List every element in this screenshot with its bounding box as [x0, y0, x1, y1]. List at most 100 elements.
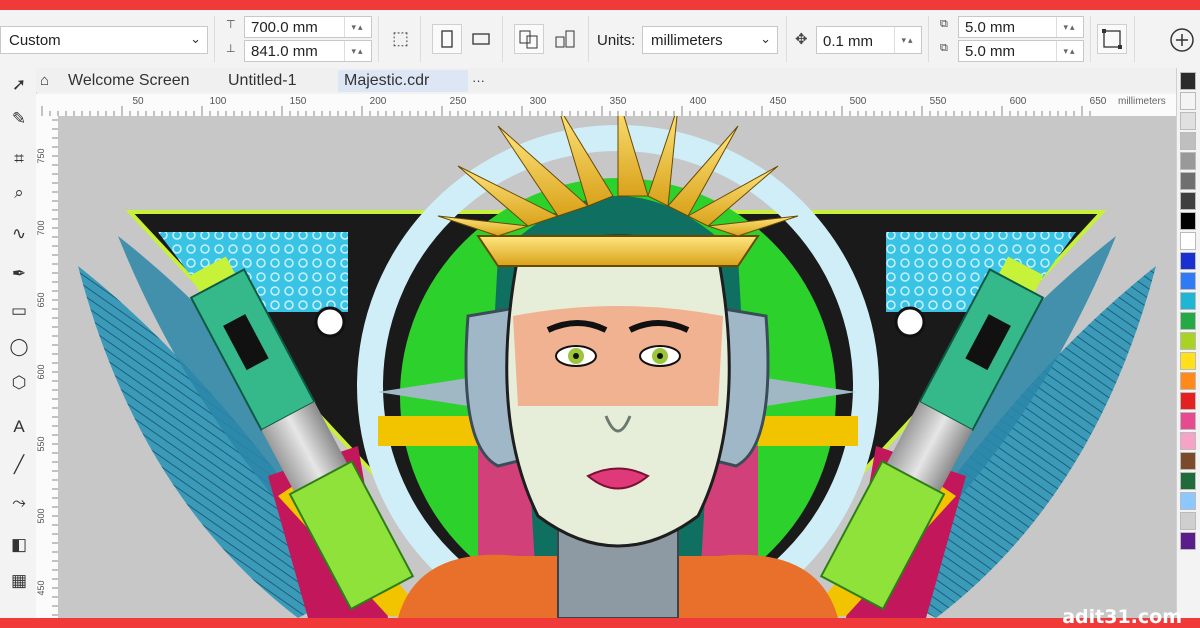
tab-overflow-menu[interactable]: ···: [466, 70, 491, 92]
units-value: millimeters: [651, 32, 723, 49]
palette-swatch[interactable]: [1180, 272, 1196, 290]
palette-swatch[interactable]: [1180, 152, 1196, 170]
shape-tool-icon[interactable]: ✎: [8, 108, 30, 130]
palette-swatch[interactable]: [1180, 492, 1196, 510]
ruler-tick-label: 550: [36, 436, 46, 451]
duplicate-y-field[interactable]: 5.0 mm ▾▴: [958, 40, 1084, 62]
ruler-tick-label: 300: [530, 96, 547, 107]
palette-swatch[interactable]: [1180, 252, 1196, 270]
ruler-tick-label: 600: [1010, 96, 1027, 107]
spin-buttons[interactable]: ▾▴: [1056, 17, 1083, 37]
palette-swatch[interactable]: [1180, 132, 1196, 150]
palette-swatch[interactable]: [1180, 92, 1196, 110]
transparency-tool-icon[interactable]: ▦: [8, 570, 30, 592]
freehand-tool-icon[interactable]: ∿: [8, 223, 30, 245]
page-resize-icon[interactable]: ⬚: [392, 28, 409, 49]
width-icon: ⊤: [226, 19, 236, 31]
ruler-tick-label: 400: [690, 96, 707, 107]
ruler-tick-label: 650: [1090, 96, 1107, 107]
duplicate-x-value: 5.0 mm: [965, 19, 1016, 36]
connector-tool-icon[interactable]: ⤳: [8, 492, 30, 514]
palette-swatch[interactable]: [1180, 412, 1196, 430]
palette-swatch[interactable]: [1180, 372, 1196, 390]
line-tool-icon[interactable]: ╱: [8, 454, 30, 476]
duplicate-y-value: 5.0 mm: [965, 43, 1016, 60]
palette-swatch[interactable]: [1180, 332, 1196, 350]
ruler-ticks: 750 700 650 600 550 500 450: [36, 119, 58, 616]
separator: [1134, 16, 1135, 62]
majestic-artwork: [78, 116, 1156, 618]
units-dropdown[interactable]: millimeters ⌄: [642, 26, 778, 54]
palette-swatch[interactable]: [1180, 392, 1196, 410]
pick-tool-icon[interactable]: ➚: [8, 74, 30, 96]
drawing-canvas[interactable]: [58, 116, 1176, 618]
vertical-ruler[interactable]: 750 700 650 600 550 500 450: [36, 116, 59, 618]
ruler-tick-label: 50: [132, 96, 144, 107]
palette-swatch[interactable]: [1180, 432, 1196, 450]
palette-swatch[interactable]: [1180, 532, 1196, 550]
palette-swatch[interactable]: [1180, 312, 1196, 330]
horizontal-ruler[interactable]: 50 100 150 200 250 300 350 400 450 500 550 600 650 m…: [36, 94, 1176, 117]
palette-swatch[interactable]: [1180, 192, 1196, 210]
artistic-media-icon[interactable]: ✒: [8, 263, 30, 285]
zoom-tool-icon[interactable]: ⌕: [8, 182, 30, 204]
spin-buttons[interactable]: ▾▴: [1056, 41, 1083, 61]
polygon-tool-icon[interactable]: ⬡: [8, 372, 30, 394]
text-tool-icon[interactable]: A: [8, 416, 30, 438]
duplicate-y-icon: ⧉: [940, 42, 948, 54]
palette-swatch[interactable]: [1180, 512, 1196, 530]
drop-shadow-tool-icon[interactable]: ◧: [8, 534, 30, 556]
tab-majestic[interactable]: Majestic.cdr: [338, 70, 468, 92]
separator: [420, 16, 421, 62]
ruler-tick-label: 100: [210, 96, 227, 107]
page-size-value: Custom: [9, 32, 61, 49]
spin-buttons[interactable]: ▾▴: [344, 17, 371, 37]
separator: [1090, 16, 1091, 62]
page-width-value: 700.0 mm: [251, 19, 318, 36]
current-page-button[interactable]: [550, 24, 580, 54]
portrait-button[interactable]: [432, 24, 462, 54]
palette-swatch[interactable]: [1180, 72, 1196, 90]
page-size-dropdown[interactable]: Custom ⌄: [0, 26, 208, 54]
landscape-button[interactable]: [466, 24, 496, 54]
nudge-icon: ✥: [795, 31, 808, 48]
palette-swatch[interactable]: [1180, 172, 1196, 190]
home-icon[interactable]: ⌂: [40, 72, 49, 89]
tab-welcome-screen[interactable]: Welcome Screen: [62, 70, 196, 92]
ruler-tick-label: 450: [770, 96, 787, 107]
palette-swatch[interactable]: [1180, 452, 1196, 470]
palette-swatch[interactable]: [1180, 232, 1196, 250]
landscape-icon: [472, 33, 490, 45]
ruler-tick-label: 650: [36, 292, 46, 307]
nudge-distance-field[interactable]: 0.1 mm ▾▴: [816, 26, 922, 54]
height-icon: ⊥: [226, 43, 236, 55]
current-page-icon: [555, 30, 575, 48]
left-emblem: [314, 306, 346, 338]
crop-tool-icon[interactable]: ⌗: [8, 148, 30, 170]
ruler-tick-label: 450: [36, 580, 46, 595]
separator: [928, 16, 929, 62]
page-height-field[interactable]: 841.0 mm ▾▴: [244, 40, 372, 62]
palette-swatch[interactable]: [1180, 352, 1196, 370]
spin-buttons[interactable]: ▾▴: [344, 41, 371, 61]
tab-untitled-1[interactable]: Untitled-1: [222, 70, 302, 92]
duplicate-x-field[interactable]: 5.0 mm ▾▴: [958, 16, 1084, 38]
rectangle-tool-icon[interactable]: ▭: [8, 300, 30, 322]
page-width-field[interactable]: 700.0 mm ▾▴: [244, 16, 372, 38]
palette-swatch[interactable]: [1180, 112, 1196, 130]
all-pages-icon: [519, 30, 538, 49]
app-window: Custom ⌄ ⊤ 700.0 mm ▾▴ ⊥ 841.0 mm ▾▴ ⬚ U…: [0, 10, 1200, 618]
ruler-unit-label: millimeters: [1118, 96, 1166, 107]
palette-swatch[interactable]: [1180, 292, 1196, 310]
add-preset-icon[interactable]: [1168, 26, 1198, 54]
treat-as-filled-button[interactable]: [1097, 24, 1127, 54]
ellipse-tool-icon[interactable]: ◯: [8, 336, 30, 358]
ruler-ticks: 50 100 150 200 250 300 350 400 450 500 550 600 650: [41, 96, 1107, 116]
all-pages-button[interactable]: [514, 24, 544, 54]
spin-buttons[interactable]: ▾▴: [894, 27, 921, 53]
palette-swatch[interactable]: [1180, 212, 1196, 230]
ruler-tick-label: 250: [450, 96, 467, 107]
ruler-tick-label: 200: [370, 96, 387, 107]
toolbox: ➚ ✎ ⌗ ⌕ ∿ ✒ ▭ ◯ ⬡ A ╱ ⤳ ◧ ▦: [0, 68, 37, 618]
palette-swatch[interactable]: [1180, 472, 1196, 490]
